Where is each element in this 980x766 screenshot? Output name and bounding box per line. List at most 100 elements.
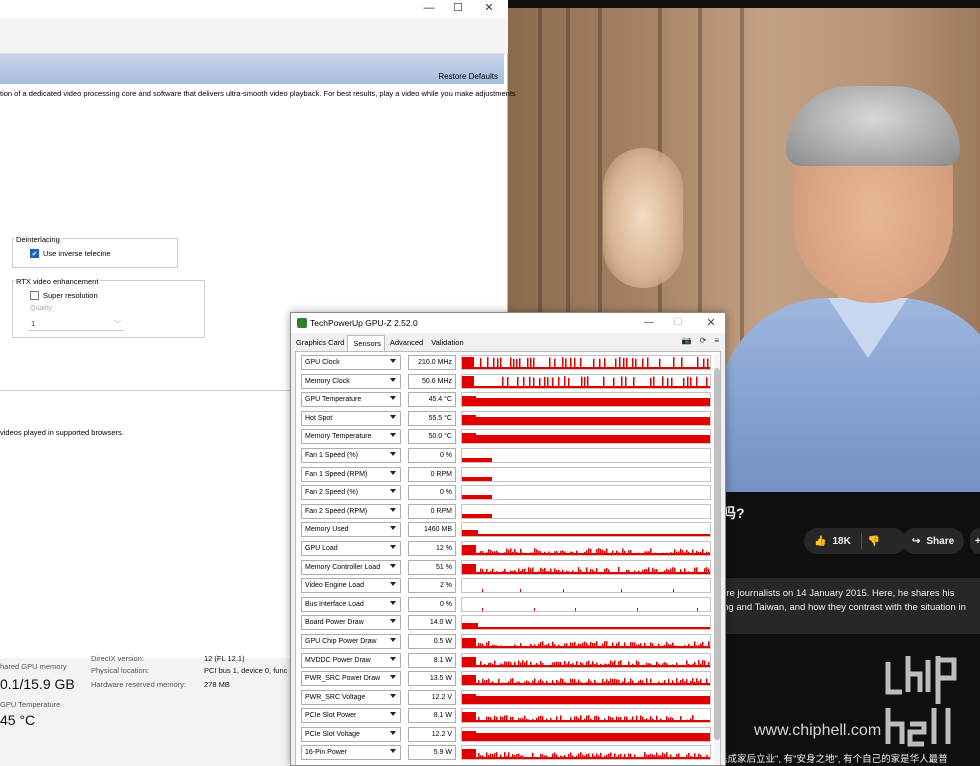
inverse-telecine-checkbox[interactable]: ✔ Use inverse telecine: [30, 249, 111, 258]
dropdown-arrow-icon[interactable]: [390, 414, 396, 419]
sensor-value: 0 %: [408, 447, 456, 463]
sensor-name-dropdown[interactable]: Board Power Draw: [301, 615, 401, 631]
sensor-row: PWR_SRC Voltage 12.2 V: [298, 689, 712, 708]
sensor-graph: [461, 410, 711, 426]
sensor-name-dropdown[interactable]: Fan 1 Speed (RPM): [301, 466, 401, 482]
sensor-name-dropdown[interactable]: Memory Temperature: [301, 429, 401, 445]
sensor-name-dropdown[interactable]: Fan 2 Speed (%): [301, 485, 401, 501]
dropdown-arrow-icon[interactable]: [390, 507, 396, 512]
tab-advanced[interactable]: Advanced: [385, 335, 426, 351]
sensor-value: 5.9 W: [408, 745, 456, 761]
chiphell-logo: [885, 656, 957, 747]
sensor-name-dropdown[interactable]: GPU Temperature: [301, 392, 401, 408]
dropdown-arrow-icon[interactable]: [390, 563, 396, 568]
sensor-name-dropdown[interactable]: PWR_SRC Power Draw: [301, 671, 401, 687]
minimize-icon[interactable]: —: [418, 1, 440, 15]
window-title-bar: — ☐ ✕: [0, 0, 508, 18]
dropdown-arrow-icon[interactable]: [390, 656, 396, 661]
minimize-icon[interactable]: —: [639, 315, 659, 331]
sensor-value: 1460 MB: [408, 522, 456, 538]
sensor-value: 0 %: [408, 485, 456, 501]
sensor-name-dropdown[interactable]: MVDDC Power Draw: [301, 652, 401, 668]
super-resolution-checkbox[interactable]: Super resolution: [30, 291, 98, 300]
quality-label: Quality:: [30, 305, 54, 312]
sensor-value: 2 %: [408, 578, 456, 594]
checkbox-checked-icon[interactable]: ✔: [30, 249, 39, 258]
dropdown-arrow-icon[interactable]: [390, 637, 396, 642]
sensor-name-dropdown[interactable]: GPU Chip Power Draw: [301, 633, 401, 649]
sensor-name-dropdown[interactable]: PCIe Slot Power: [301, 708, 401, 724]
quality-dropdown[interactable]: 1 ﹀: [28, 319, 124, 331]
dropdown-arrow-icon[interactable]: [390, 451, 396, 456]
dropdown-arrow-icon[interactable]: [390, 749, 396, 754]
dropdown-arrow-icon[interactable]: [390, 619, 396, 624]
dropdown-arrow-icon[interactable]: [390, 377, 396, 382]
tab-sensors[interactable]: Sensors: [347, 335, 385, 351]
dropdown-arrow-icon[interactable]: [390, 730, 396, 735]
sensor-name-dropdown[interactable]: PWR_SRC Voltage: [301, 689, 401, 705]
dropdown-arrow-icon[interactable]: [390, 712, 396, 717]
camera-icon[interactable]: 📷: [682, 336, 692, 345]
sensor-row: Board Power Draw 14.0 W: [298, 614, 712, 633]
sensor-graph: [461, 355, 711, 370]
comment-text: 先成家后立业", 有"安身之地", 有个自己的家是华人最普: [718, 754, 948, 765]
tab-validation[interactable]: Validation: [426, 335, 466, 351]
hardware-reserved-label: Hardware reserved memory:: [91, 680, 187, 689]
tab-graphics-card[interactable]: Graphics Card: [291, 335, 347, 351]
dropdown-arrow-icon[interactable]: [390, 489, 396, 494]
sensor-name-dropdown[interactable]: Memory Controller Load: [301, 559, 401, 575]
sensor-value: 0 %: [408, 596, 456, 612]
sensor-name-dropdown[interactable]: Memory Clock: [301, 373, 401, 389]
sensor-name-dropdown[interactable]: Fan 1 Speed (%): [301, 447, 401, 463]
sensor-name-dropdown[interactable]: Hot Spot: [301, 410, 401, 426]
sensor-name-dropdown[interactable]: PCIe Slot Voltage: [301, 726, 401, 742]
watermark-text: www.chiphell.com: [754, 722, 882, 739]
dropdown-arrow-icon[interactable]: [390, 433, 396, 438]
restore-defaults-link[interactable]: Restore Defaults: [438, 72, 498, 81]
close-icon[interactable]: ✕: [478, 1, 500, 15]
sensor-value: 14.0 W: [408, 615, 456, 631]
dropdown-arrow-icon[interactable]: [390, 582, 396, 587]
thumbs-down-icon[interactable]: 👎: [868, 536, 880, 547]
menu-icon[interactable]: ≡: [714, 336, 719, 345]
sensor-graph: [461, 485, 711, 501]
sensor-row: GPU Clock 210.0 MHz: [298, 354, 712, 373]
refresh-icon[interactable]: ⟳: [700, 336, 707, 345]
maximize-icon[interactable]: ☐: [447, 1, 469, 15]
like-button[interactable]: 👍 18K 👎: [804, 528, 906, 554]
deinterlacing-title: Deinterlacing: [14, 235, 62, 244]
dropdown-arrow-icon[interactable]: [390, 526, 396, 531]
dropdown-arrow-icon[interactable]: [390, 359, 396, 363]
page-header-banner: Restore Defaults: [0, 54, 504, 84]
sensor-graph: [461, 373, 711, 389]
close-icon[interactable]: ✕: [701, 315, 721, 331]
dropdown-arrow-icon[interactable]: [390, 470, 396, 475]
dropdown-arrow-icon[interactable]: [390, 544, 396, 549]
sensor-value: 50.6 MHz: [408, 373, 456, 389]
sensor-name-dropdown[interactable]: Memory Used: [301, 522, 401, 538]
sensor-name-dropdown[interactable]: Bus Interface Load: [301, 596, 401, 612]
dropdown-arrow-icon[interactable]: [390, 675, 396, 680]
sensor-value: 13.5 W: [408, 671, 456, 687]
sensor-name-dropdown[interactable]: GPU Load: [301, 540, 401, 556]
scrollbar[interactable]: [714, 354, 720, 764]
dropdown-arrow-icon[interactable]: [390, 693, 396, 698]
dropdown-arrow-icon[interactable]: [390, 600, 396, 605]
quality-value: 1: [31, 319, 36, 328]
sensor-row: GPU Temperature 45.4 °C: [298, 391, 712, 410]
sensor-value: 0.5 W: [408, 633, 456, 649]
share-button[interactable]: ↪ Share: [902, 528, 964, 554]
sensor-value: 45.4 °C: [408, 392, 456, 408]
more-actions-button[interactable]: +: [970, 528, 980, 554]
sensor-name-dropdown[interactable]: 16-Pin Power: [301, 745, 401, 761]
dropdown-arrow-icon[interactable]: [390, 396, 396, 401]
section-divider: [0, 390, 290, 391]
sensor-name-dropdown[interactable]: Video Engine Load: [301, 578, 401, 594]
sensor-name-dropdown[interactable]: Fan 2 Speed (RPM): [301, 503, 401, 519]
sensors-panel: GPU Clock 210.0 MHz Memory Clock 50.6 MHz GP…: [295, 351, 721, 765]
checkbox-unchecked-icon[interactable]: [30, 291, 39, 300]
scrollbar-thumb[interactable]: [714, 368, 720, 740]
sensor-name-dropdown[interactable]: GPU Clock: [301, 355, 401, 370]
like-dislike-divider: [860, 533, 862, 549]
sensor-graph: [461, 503, 711, 519]
